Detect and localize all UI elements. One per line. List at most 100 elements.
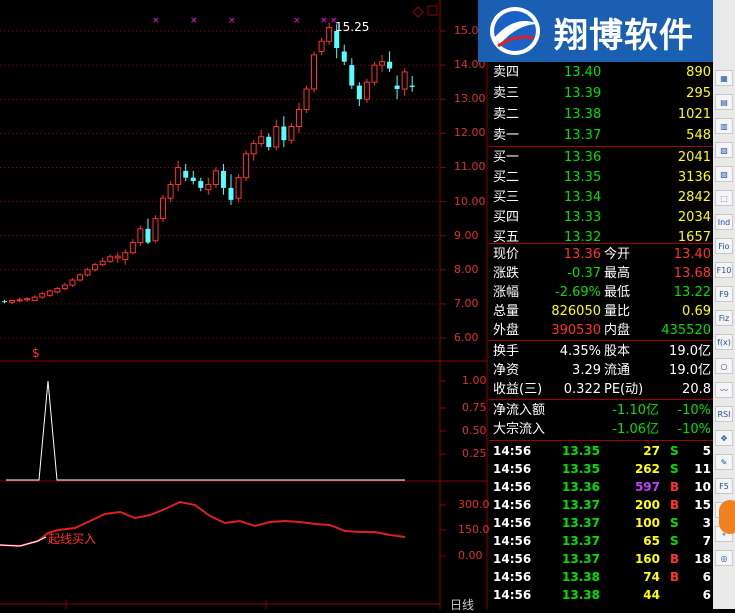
toolbar-button-3[interactable]: ▥ bbox=[715, 118, 733, 134]
bid-volume: 2842 bbox=[677, 190, 711, 205]
candle-body-up bbox=[69, 279, 76, 286]
candle-body-up bbox=[205, 184, 212, 191]
candle-body-up bbox=[77, 274, 83, 281]
flow-value: -1.06亿 bbox=[612, 422, 659, 437]
flow-label: 大宗流入 bbox=[493, 422, 546, 437]
toolbar-button-17[interactable]: ✎ bbox=[715, 454, 733, 470]
toolbar-button-7[interactable]: Ind bbox=[715, 214, 733, 230]
tick-count: 5 bbox=[702, 444, 711, 458]
toolbar-button-16[interactable]: ✥ bbox=[715, 430, 733, 446]
tick-row: 14:56 13.38 44 6 bbox=[489, 586, 713, 604]
candle-body-up bbox=[9, 299, 16, 303]
indicator-tick-label: 0.50 bbox=[462, 424, 487, 437]
tick-time: 14:56 bbox=[493, 444, 532, 458]
orange-badge-icon[interactable] bbox=[719, 500, 735, 534]
candle-body-up bbox=[303, 88, 310, 110]
tick-side: B bbox=[670, 480, 680, 494]
top-marker: × bbox=[190, 16, 198, 26]
tick-row: 14:56 13.37 200 B 15 bbox=[489, 496, 713, 514]
candle-body-up bbox=[250, 143, 257, 155]
candle-body-up bbox=[258, 136, 265, 145]
toolbar-button-9[interactable]: F10 bbox=[715, 262, 733, 278]
stat-label: 涨跌 bbox=[493, 266, 520, 281]
candle-body-up bbox=[167, 184, 174, 199]
candle-body-up bbox=[114, 255, 121, 259]
finance-value: 0.322 bbox=[563, 382, 601, 397]
bid-row-4: 买四 13.33 2034 bbox=[489, 208, 713, 227]
indicator-tick-label: 0.25 bbox=[462, 447, 487, 460]
toolbar-button-2[interactable]: ▤ bbox=[715, 94, 733, 110]
sep-line bbox=[489, 243, 713, 244]
candle-body-down bbox=[281, 126, 287, 141]
price-tick-label: 9.00 bbox=[454, 228, 479, 242]
stat-value: 13.40 bbox=[673, 247, 711, 262]
candle-body-down bbox=[387, 61, 393, 69]
stat-label: 外盘 bbox=[493, 323, 520, 338]
toolbar-button-4[interactable]: ▧ bbox=[715, 142, 733, 158]
candle-body-down bbox=[266, 136, 272, 147]
bid-row-2: 买二 13.35 3136 bbox=[489, 168, 713, 187]
chart-area[interactable]: × × × × × × 15.25 $ 起线买入 日线 15.00 14.00 13.00 12… bbox=[0, 0, 490, 612]
top-marker: × bbox=[152, 16, 160, 26]
finance-label: 流通 bbox=[604, 363, 631, 378]
ask-volume: 1021 bbox=[677, 107, 711, 122]
toolbar-button-15[interactable]: RSI bbox=[715, 406, 733, 422]
toolbar-button-1[interactable]: ▦ bbox=[715, 70, 733, 86]
signal-marker: $ bbox=[32, 346, 40, 360]
period-label[interactable]: 日线 bbox=[450, 596, 474, 613]
finance-label: 股本 bbox=[604, 344, 631, 359]
toolbar-button-10[interactable]: F9 bbox=[715, 286, 733, 302]
ask-volume: 548 bbox=[686, 128, 711, 143]
tick-row: 14:56 13.37 65 S 7 bbox=[489, 532, 713, 550]
bid-volume: 2041 bbox=[677, 150, 711, 165]
toolbar-button-14[interactable]: 〰 bbox=[715, 382, 733, 398]
tick-row: 14:56 13.38 74 B 6 bbox=[489, 568, 713, 586]
bid-label: 买一 bbox=[493, 150, 520, 165]
toolbar-button-6[interactable]: ⬚ bbox=[715, 190, 733, 206]
indicator-line bbox=[6, 380, 405, 481]
tick-side: S bbox=[670, 444, 679, 458]
toolbar-button-13[interactable]: ○ bbox=[715, 358, 733, 374]
ask-row-1: 卖一 13.37 548 bbox=[489, 126, 713, 145]
ask-row-2: 卖二 13.38 1021 bbox=[489, 105, 713, 124]
toolbar-button-18[interactable]: F5 bbox=[715, 478, 733, 494]
toolbar-button-12[interactable]: f(x) bbox=[715, 334, 733, 350]
tick-count: 6 bbox=[702, 570, 711, 584]
candle-body-up bbox=[122, 252, 129, 261]
candle-body-down bbox=[220, 170, 226, 188]
tick-volume: 262 bbox=[634, 462, 660, 476]
kline-chart[interactable]: × × × × × × bbox=[0, 0, 488, 609]
ask-label: 卖一 bbox=[493, 128, 520, 143]
bid-price: 13.33 bbox=[564, 210, 602, 225]
tick-count: 10 bbox=[694, 480, 711, 494]
tick-time: 14:56 bbox=[493, 534, 532, 548]
stat-label: 最低 bbox=[604, 285, 631, 300]
candle-body-up bbox=[107, 256, 114, 262]
finance-value: 19.0亿 bbox=[669, 363, 711, 378]
tick-side: S bbox=[670, 462, 679, 476]
candle-body-down bbox=[409, 85, 415, 87]
toolbar-button-11[interactable]: Fiz bbox=[715, 310, 733, 326]
tick-row: 14:56 13.35 27 S 5 bbox=[489, 442, 713, 460]
ask-price: 13.38 bbox=[564, 107, 602, 122]
tick-row: 14:56 13.37 160 B 18 bbox=[489, 550, 713, 568]
stat-label: 涨幅 bbox=[493, 285, 520, 300]
toolbar-button-5[interactable]: ▨ bbox=[715, 166, 733, 182]
stat-row: 涨幅 -2.69% 最低 13.22 bbox=[489, 283, 713, 302]
candle-body-up bbox=[31, 296, 38, 301]
tick-volume: 44 bbox=[643, 588, 660, 602]
candle-body-down bbox=[228, 187, 234, 200]
logo-text: 翔博软件 bbox=[554, 16, 694, 56]
stat-value: 390530 bbox=[551, 323, 601, 338]
sep-line bbox=[489, 146, 713, 147]
tick-count: 3 bbox=[702, 516, 711, 530]
macd-tick-label: 0.00 bbox=[458, 549, 483, 562]
tick-count: 18 bbox=[694, 552, 711, 566]
finance-label: 换手 bbox=[493, 344, 520, 359]
candle-body-down bbox=[2, 301, 7, 303]
toolbar-button-8[interactable]: Fio bbox=[715, 238, 733, 254]
ask-price: 13.37 bbox=[564, 128, 602, 143]
toolbar-button-21[interactable]: ◎ bbox=[715, 550, 733, 566]
top-marker: × bbox=[320, 16, 328, 26]
right-toolbar: ▦▤▥▧▨⬚IndFioF10F9Fizf(x)○〰RSI✥✎F5▣⚬◎ bbox=[713, 0, 735, 609]
